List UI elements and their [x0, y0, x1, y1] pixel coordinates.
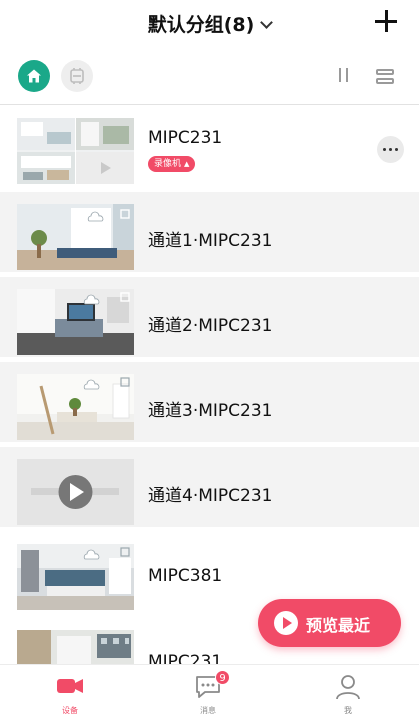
device-row-channel-3[interactable]: 通道3·MIPC231	[0, 362, 419, 442]
grid-view-icon[interactable]	[336, 66, 352, 86]
device-row-channel-1[interactable]: 通道1·MIPC231	[0, 192, 419, 272]
device-list[interactable]: MIPC231 录像机 ▲ 通道1·MIPC231 通道2·MIPC231 通道…	[0, 106, 419, 664]
list-view-icon[interactable]	[376, 68, 396, 86]
device-thumbnail[interactable]	[17, 204, 134, 270]
home-icon	[27, 69, 41, 83]
bottom-tab-bar: 设备 消息 我	[0, 664, 419, 720]
device-thumbnail[interactable]	[17, 630, 134, 664]
divider	[0, 104, 419, 105]
device-name: 通道4·MIPC231	[148, 486, 273, 506]
device-thumbnail[interactable]	[17, 374, 134, 440]
home-filter-button[interactable]	[18, 60, 50, 92]
caret-up-icon: ▲	[184, 160, 190, 168]
device-name: 通道1·MIPC231	[148, 231, 273, 251]
tab-messages-label: 消息	[200, 706, 216, 715]
device-row-nvr[interactable]: MIPC231 录像机 ▲	[0, 106, 419, 186]
tab-messages[interactable]: 消息	[158, 665, 258, 720]
device-name: MIPC231	[148, 128, 223, 148]
device-row-channel-2[interactable]: 通道2·MIPC231	[0, 277, 419, 357]
nvr-filter-button[interactable]	[61, 60, 93, 92]
recorder-icon	[70, 68, 84, 84]
device-thumbnail[interactable]	[17, 118, 134, 184]
device-row-channel-4[interactable]: 通道4·MIPC231	[0, 447, 419, 527]
preview-recent-label: 预览最近	[306, 616, 371, 635]
device-name: MIPC381	[148, 566, 223, 586]
tab-me-label: 我	[344, 706, 352, 715]
recorder-tag-label: 录像机	[154, 159, 182, 169]
preview-recent-button[interactable]: 预览最近	[258, 599, 401, 647]
group-selector[interactable]: 默认分组(8)	[0, 10, 419, 37]
device-thumbnail[interactable]	[17, 459, 134, 525]
chevron-down-icon	[260, 16, 274, 29]
device-thumbnail[interactable]	[17, 544, 134, 610]
group-title: 默认分组(8)	[147, 14, 255, 36]
tab-devices-label: 设备	[62, 706, 78, 715]
add-device-button[interactable]	[373, 8, 399, 34]
play-icon	[274, 611, 298, 635]
person-icon	[336, 675, 360, 700]
more-options-button[interactable]	[377, 136, 404, 163]
tab-devices[interactable]: 设备	[20, 665, 120, 720]
tab-me[interactable]: 我	[298, 665, 398, 720]
device-name: 通道3·MIPC231	[148, 401, 273, 421]
recorder-tag: 录像机 ▲	[148, 156, 196, 172]
header: 默认分组(8)	[0, 0, 419, 48]
device-name: 通道2·MIPC231	[148, 316, 273, 336]
filter-toolbar	[0, 52, 419, 102]
message-count-badge: 9	[215, 670, 230, 685]
camera-icon	[57, 679, 83, 693]
device-name: MIPC231	[148, 652, 223, 664]
device-thumbnail[interactable]	[17, 289, 134, 355]
